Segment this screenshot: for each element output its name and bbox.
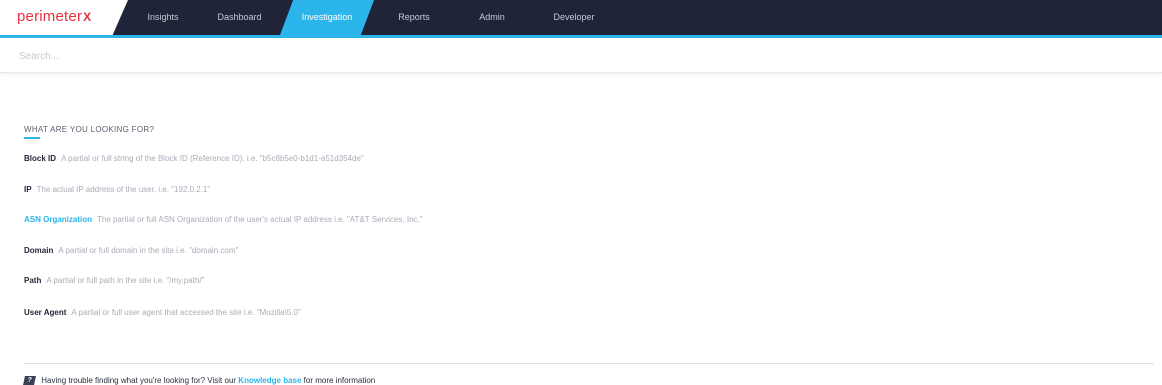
field-hint-user-agent: User Agent A partial or full user agent t… [24, 308, 301, 317]
field-hint-ip: IP The actual IP address of the user. i.e… [24, 185, 210, 194]
nav-tab-insights[interactable]: Insights [128, 0, 198, 35]
section-title: WHAT ARE YOU LOOKING FOR? [24, 125, 155, 134]
logo-container: perimeterX [0, 0, 128, 35]
perimeterx-logo[interactable]: perimeterX [17, 8, 91, 25]
nav-tab-reports[interactable]: Reports [378, 0, 450, 35]
field-hint-domain: Domain A partial or full domain in the si… [24, 246, 238, 255]
top-navigation-bar: perimeterX Insights Dashboard Investigat… [0, 0, 1162, 38]
field-label: Block ID [24, 154, 57, 163]
field-description: A partial or full domain in the site i.e… [58, 246, 239, 255]
help-text-after: for more information [303, 376, 376, 385]
field-description: A partial or full user agent that access… [71, 308, 301, 317]
field-label: User Agent [24, 308, 67, 317]
divider [24, 363, 1154, 364]
field-description: The actual IP address of the user. i.e. … [36, 185, 211, 194]
help-footer: ? Having trouble finding what you're loo… [23, 376, 376, 385]
field-label[interactable]: ASN Organization [24, 215, 92, 224]
nav-tab-admin[interactable]: Admin [458, 0, 526, 35]
field-description: A partial or full path in the site i.e. … [46, 276, 205, 285]
section-title-underline [24, 137, 40, 139]
field-hint-path: Path A partial or full path in the site i… [24, 276, 204, 285]
knowledge-base-link[interactable]: Knowledge base [238, 376, 301, 385]
field-description: A partial or full string of the Block ID… [61, 154, 364, 163]
logo-mark-icon: X [83, 10, 92, 24]
search-input[interactable] [17, 38, 1141, 74]
help-text: Having trouble finding what you're looki… [41, 376, 237, 385]
nav-tab-developer[interactable]: Developer [532, 0, 616, 35]
search-bar [0, 38, 1162, 74]
nav-tab-investigation[interactable]: Investigation [280, 0, 374, 35]
logo-text: perimeter [17, 8, 83, 25]
field-label: Path [24, 276, 42, 285]
field-hint-block-id: Block ID A partial or full string of the … [24, 154, 364, 163]
nav-tab-dashboard[interactable]: Dashboard [202, 0, 277, 35]
field-label: IP [24, 185, 32, 194]
field-hint-asn-organization: ASN Organization The partial or full ASN … [24, 215, 423, 224]
field-description: The partial or full ASN Organization of … [97, 215, 423, 224]
help-question-icon: ? [23, 376, 36, 385]
field-label: Domain [24, 246, 54, 255]
